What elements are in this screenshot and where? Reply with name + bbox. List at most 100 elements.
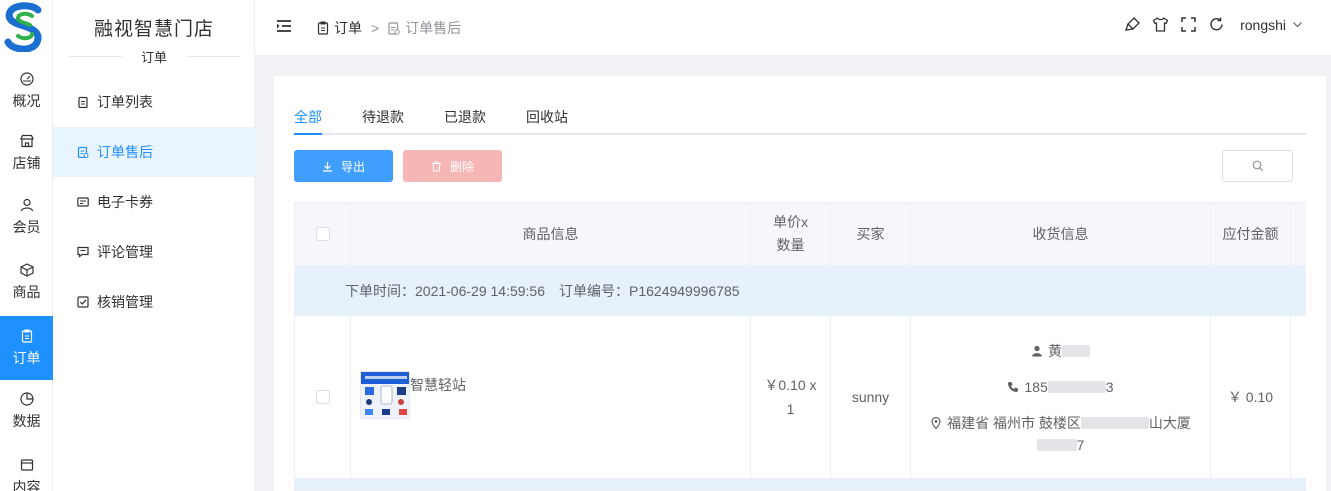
rail-item-data[interactable]: 数据 [0,380,53,442]
clipboard-return-icon [388,22,400,35]
clipboard-icon [21,329,32,343]
rail-item-content[interactable]: 内容 [0,446,53,491]
clipboard-icon [78,96,88,108]
export-button[interactable]: 导出 [294,150,393,182]
rail-item-label: 订单 [12,349,41,366]
rail-item-label: 内容 [12,478,41,491]
redacted-text [1080,417,1149,429]
product-name[interactable]: 智慧轻站 [410,375,466,395]
sub-nav-item-label: 订单售后 [97,144,153,160]
brand-title: 融视智慧门店 [93,19,214,40]
main-nav-rail: 概况 店铺 会员 商品 订单 数据 内容 [0,0,53,491]
tab-pending-refund[interactable]: 待退款 [362,107,404,135]
redacted-text [1062,345,1090,357]
export-button-label: 导出 [340,159,365,174]
refresh-icon[interactable] [1208,16,1225,33]
buyer-cell: sunny [831,316,911,478]
product-thumbnail[interactable] [360,371,410,419]
header-toolbar: rongshi [1124,16,1303,33]
rail-item-products[interactable]: 商品 [0,251,53,313]
receiver-phone-prefix: 185 [1024,379,1048,395]
tab-recycle-bin[interactable]: 回收站 [526,107,568,135]
rail-item-label: 概况 [12,92,41,109]
tab-all[interactable]: 全部 [294,107,322,135]
select-all-cell [295,203,351,265]
row-select-cell [295,316,351,478]
fullscreen-icon[interactable] [1180,16,1197,33]
location-pin-icon [931,417,941,429]
breadcrumb-orders[interactable]: 订单 [334,18,362,38]
sub-nav-item-order-list[interactable]: 订单列表 [53,77,255,127]
sub-nav-item-comments[interactable]: 评论管理 [53,227,255,277]
sub-nav-item-label: 评论管理 [97,244,153,260]
brush-icon[interactable] [1124,16,1141,33]
column-buyer: 买家 [831,203,911,265]
top-header: 订单 > 订单售后 rongshi [255,0,1331,56]
order-tabs: 全部 待退款 已退款 回收站 [294,107,1306,135]
trash-icon [431,160,441,172]
receiver-name: 黄 [1048,343,1062,359]
download-icon [322,161,332,172]
column-shipping: 收货信息 [911,203,1211,265]
order-group-row: 下单时间：2021-06-29 14:59:56 订单编号：P162494999… [295,266,1306,316]
sub-nav-item-e-card[interactable]: 电子卡券 [53,177,255,227]
store-icon [19,134,34,147]
breadcrumb-current: 订单售后 [405,20,462,36]
checkbox-icon [77,296,89,308]
clipboard-return-icon [77,146,89,158]
rail-item-label: 店铺 [12,154,41,171]
select-all-checkbox[interactable] [315,227,330,241]
order-time: 下单时间：2021-06-29 14:59:56 [345,283,545,299]
tshirt-icon[interactable] [1152,16,1169,33]
order-number: 订单编号：P1624949996785 [559,283,740,299]
payable-cell: ￥ 0.10 [1211,316,1291,478]
phone-icon [1008,382,1019,393]
column-price-qty: 单价x数量 [751,203,831,265]
breadcrumb-separator: > [371,20,380,36]
table-row: 智慧轻站 ￥0.10 x 1 sunny 黄 185 3 福建省 福州市 鼓楼区… [295,316,1306,479]
rail-item-members[interactable]: 会员 [0,186,53,248]
more-cell: · [1291,316,1306,478]
sub-nav-item-label: 核销管理 [97,294,153,310]
orders-table: 商品信息 单价x数量 买家 收货信息 应付金额 · 下单时间：2021-06-2… [294,202,1306,491]
search-icon [1252,160,1263,172]
column-product: 商品信息 [351,203,751,265]
price-qty-cell: ￥0.10 x 1 [751,316,831,478]
sub-nav-item-label: 订单列表 [97,94,153,110]
address-start: 福建省 福州市 鼓楼区 [947,415,1081,431]
rail-item-overview[interactable]: 概况 [0,60,53,122]
product-cell [351,316,751,478]
menu-fold-icon[interactable] [276,18,292,34]
comment-icon [77,246,89,258]
column-more: · [1291,203,1306,265]
pie-chart-icon [19,391,34,406]
sub-nav-group-title: 订单 [53,47,255,66]
tab-refunded[interactable]: 已退款 [444,107,486,135]
rail-item-orders[interactable]: 订单 [0,316,53,380]
sub-nav-item-verification[interactable]: 核销管理 [53,277,255,327]
box-icon [19,262,34,277]
receiver-address-line-2: 7 [1036,434,1084,456]
row-checkbox[interactable] [315,390,330,404]
rail-item-label: 商品 [12,283,41,300]
receiver-phone-suffix: 3 [1105,379,1114,395]
chevron-down-icon[interactable] [1292,19,1303,30]
rail-item-store[interactable]: 店铺 [0,122,53,184]
quantity: 1 [786,401,795,417]
user-icon [1032,345,1042,357]
logo-icon [4,2,42,52]
clipboard-icon [317,21,329,35]
dashboard-icon [19,71,34,86]
delete-button[interactable]: 删除 [403,150,502,182]
sub-nav-item-after-sales[interactable]: 订单售后 [53,127,255,177]
receiver-address-line: 福建省 福州市 鼓楼区 山大厦 [930,412,1191,434]
column-payable: 应付金额 [1211,203,1291,265]
address-mid: 山大厦 [1148,415,1191,431]
buyer-name: sunny [851,389,890,405]
content-card: 全部 待退款 已退款 回收站 导出 删除 商品信息 单价x数量 买家 收货信息 … [274,76,1326,491]
breadcrumb: 订单 > 订单售后 [317,18,461,38]
delete-button-label: 删除 [449,159,474,174]
user-menu[interactable]: rongshi [1240,17,1286,33]
search-input[interactable] [1222,150,1293,182]
user-icon [20,198,33,211]
